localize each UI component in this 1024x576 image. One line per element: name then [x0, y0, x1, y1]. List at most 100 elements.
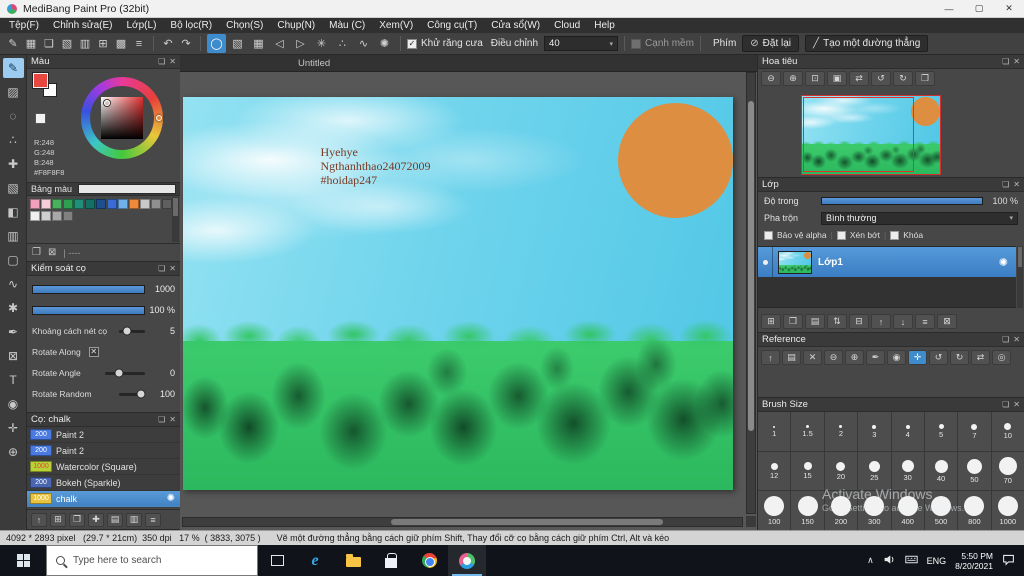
brush-list-item[interactable]: 200 Bokeh (Sparkle) ✺ [27, 475, 180, 491]
transparent-color-swatch[interactable] [35, 113, 46, 124]
volume-icon[interactable] [883, 553, 896, 569]
brush-size-cell[interactable]: 15 [791, 451, 824, 491]
fill-tool[interactable]: ◧ [3, 202, 24, 222]
brush-size-slider[interactable] [32, 284, 145, 294]
brush-size-cell[interactable]: 5 [924, 412, 958, 451]
artwork-canvas[interactable]: Hyehye Ngthanhthao24072009 #hoidap247 [183, 97, 733, 490]
layer-visibility-toggle[interactable] [758, 247, 773, 277]
start-button[interactable] [0, 545, 46, 576]
float-panel-icon[interactable]: ❏ [1002, 335, 1009, 344]
palette-swatch[interactable] [96, 199, 106, 209]
brush-size-cell[interactable]: 2 [824, 412, 858, 451]
material-icon[interactable]: ▩ [113, 35, 129, 52]
language-indicator[interactable]: ENG [927, 556, 947, 566]
hue-cursor-icon[interactable] [156, 115, 162, 121]
brush-size-cell[interactable]: 25 [858, 451, 891, 491]
select-tool[interactable]: ▢ [3, 250, 24, 270]
brush-size-cell[interactable]: 1 [758, 412, 791, 451]
adjust-dropdown[interactable]: 40 ▾ [544, 36, 619, 51]
ref-zoom-in-icon[interactable]: ⊕ [845, 350, 864, 365]
gradient-tool-icon[interactable]: ▧ [228, 34, 247, 53]
pattern-tool-icon[interactable]: ▦ [249, 34, 268, 53]
sv-cursor-icon[interactable] [104, 100, 110, 106]
brush-folder-icon[interactable]: ▤ [107, 512, 123, 527]
ref-folder-icon[interactable]: ▤ [782, 350, 801, 365]
antialias-checkbox[interactable]: ✓ Khử răng cưa [407, 38, 483, 49]
fit-view-icon[interactable]: ⊡ [805, 71, 825, 86]
layer-row[interactable]: Lớp1 ✺ [758, 247, 1016, 277]
straight-line-button[interactable]: ╱ Tạo một đường thẳng [805, 35, 929, 52]
pen-icon[interactable]: ✎ [5, 35, 21, 52]
menu-item[interactable]: Tệp(F) [2, 18, 46, 33]
hidden-icons-chevron-icon[interactable]: ∧ [867, 555, 874, 566]
menu-item[interactable]: Help [587, 18, 622, 33]
add-brush-icon[interactable]: ⊞ [50, 512, 66, 527]
horizontal-scrollbar[interactable] [182, 517, 743, 527]
menu-item[interactable]: Chỉnh sửa(E) [46, 18, 120, 33]
brush-size-cell[interactable]: 12 [758, 451, 791, 491]
close-panel-icon[interactable]: ✕ [1013, 57, 1020, 66]
ref-reset-icon[interactable]: ◎ [992, 350, 1011, 365]
ref-flip-icon[interactable]: ⇄ [971, 350, 990, 365]
maximize-button[interactable]: ▢ [964, 0, 994, 17]
menu-item[interactable]: Màu (C) [322, 18, 372, 33]
medibang-icon[interactable] [448, 545, 486, 576]
palette-name-box[interactable] [78, 184, 176, 194]
curve-tool-icon[interactable]: ∿ [354, 34, 373, 53]
new-layer-icon[interactable]: ⊞ [761, 314, 781, 329]
scatter-tool-icon[interactable]: ∴ [333, 34, 352, 53]
soft-edge-checkbox[interactable]: Cạnh mềm [631, 38, 694, 49]
snapshot-icon[interactable]: ❐ [915, 71, 935, 86]
symmetry-tool-icon[interactable]: ✳ [312, 34, 331, 53]
reset-button[interactable]: ⊘ Đặt lại [742, 35, 800, 52]
panels-icon[interactable]: ≡ [131, 35, 147, 52]
slider-knob[interactable] [122, 326, 132, 336]
layer-list-scrollbar[interactable] [1017, 246, 1023, 308]
vertical-scrollbar[interactable] [746, 72, 756, 514]
action-center-icon[interactable] [1002, 553, 1015, 569]
float-panel-icon[interactable]: ❏ [1002, 180, 1009, 189]
close-button[interactable]: ✕ [994, 0, 1024, 17]
brush-size-cell[interactable]: 300 [858, 491, 891, 530]
spacing-slider[interactable] [119, 326, 145, 336]
menu-item[interactable]: Công cụ(T) [420, 18, 484, 33]
minimize-button[interactable]: — [934, 0, 964, 17]
menu-item[interactable]: Cửa sổ(W) [484, 18, 547, 33]
brush-size-cell[interactable]: 100 [758, 491, 791, 530]
navigator-thumbnail[interactable] [801, 95, 941, 175]
brush-size-cell[interactable]: 7 [958, 412, 991, 451]
alpha-protect-checkbox[interactable] [764, 230, 773, 240]
add-folder-icon[interactable]: ▤ [805, 314, 825, 329]
brush-menu-icon[interactable]: ≡ [145, 512, 161, 527]
slider-knob[interactable] [136, 389, 146, 399]
rotate-angle-slider[interactable] [105, 368, 145, 378]
menu-item[interactable]: Cloud [547, 18, 587, 33]
close-panel-icon[interactable]: ✕ [1013, 335, 1020, 344]
zoom-out-icon[interactable]: ⊖ [761, 71, 781, 86]
palette-icon[interactable]: ▧ [59, 35, 75, 52]
menu-item[interactable]: Bộ lọc(R) [163, 18, 219, 33]
tool-settings-icon[interactable]: ✺ [375, 34, 394, 53]
palette-swatch[interactable] [140, 199, 150, 209]
brush-size-cell[interactable]: 1.5 [791, 412, 824, 451]
rotate-left-icon[interactable]: ↺ [871, 71, 891, 86]
brush-size-cell[interactable]: 800 [958, 491, 991, 530]
brush-size-cell[interactable]: 40 [924, 451, 958, 491]
edge-icon[interactable] [296, 545, 334, 576]
close-panel-icon[interactable]: ✕ [1013, 400, 1020, 409]
navigator-view-rect[interactable] [803, 97, 914, 172]
brush-list-item[interactable]: 200 Paint 2 ✺ [27, 443, 180, 459]
brush-size-cell[interactable]: 1000 [991, 491, 1024, 530]
layer-settings-icon[interactable]: ✺ [999, 256, 1008, 269]
redo-icon[interactable]: ↷ [178, 35, 194, 52]
foreground-color-swatch[interactable] [32, 72, 49, 89]
brush-list-item[interactable]: 200 Paint 2 ✺ [27, 427, 180, 443]
delete-layer-icon[interactable]: ⊠ [937, 314, 957, 329]
scrollbar-thumb[interactable] [173, 198, 178, 216]
brush-size-cell[interactable]: 50 [958, 451, 991, 491]
layer-down-icon[interactable]: ↓ [893, 314, 913, 329]
ref-hand-icon[interactable]: ✛ [908, 350, 927, 365]
brush-size-cell[interactable]: 3 [858, 412, 891, 451]
layer-up-icon[interactable]: ↑ [871, 314, 891, 329]
palette-swatch[interactable] [30, 199, 40, 209]
